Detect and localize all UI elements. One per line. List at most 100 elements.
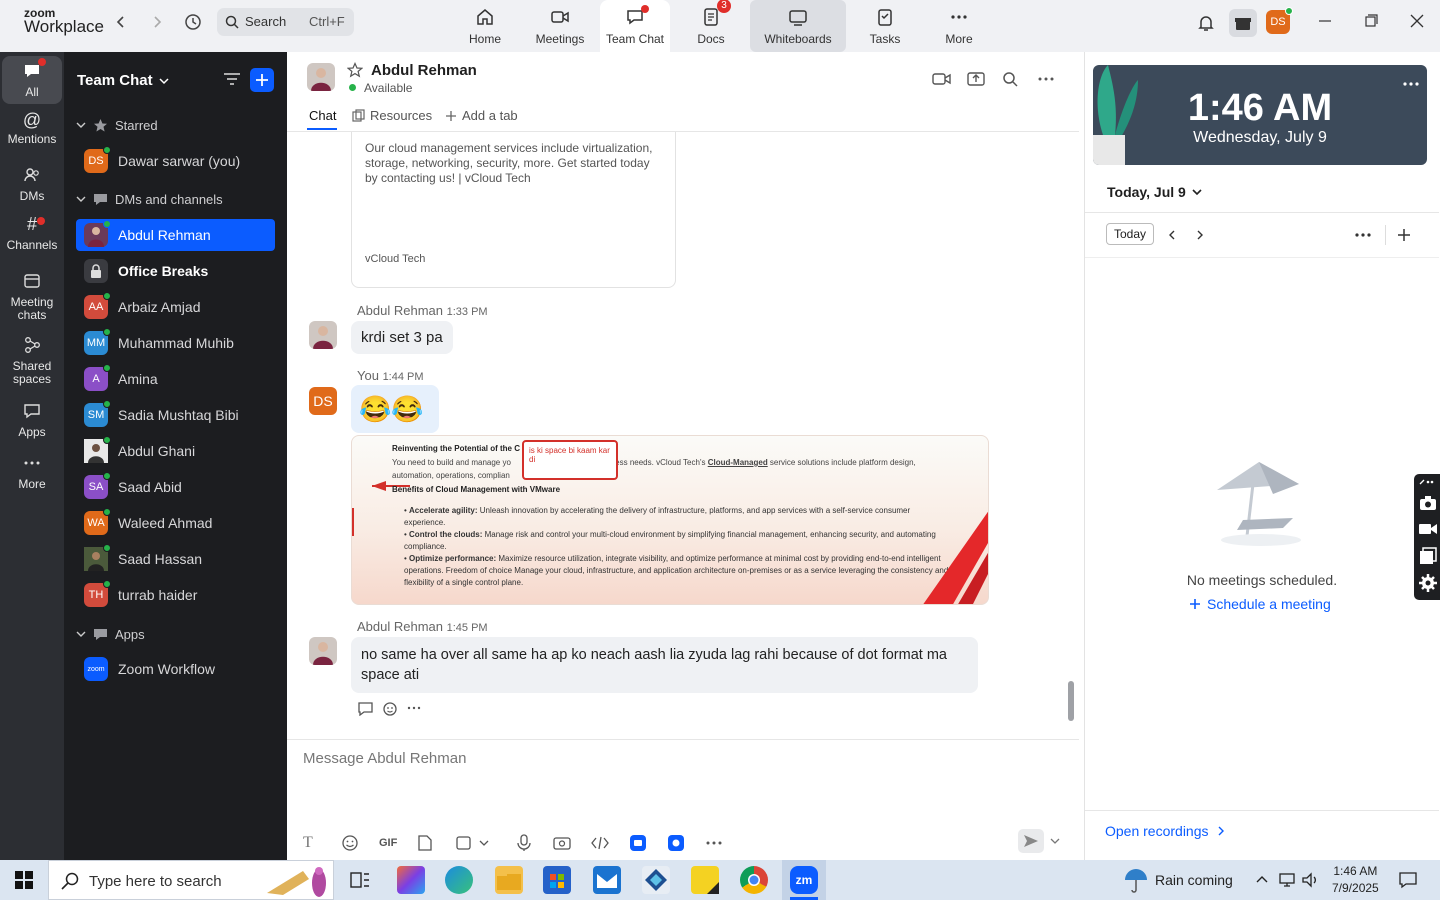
- app-integration-icon[interactable]: [667, 834, 685, 852]
- add-event-icon[interactable]: [1397, 228, 1411, 242]
- link-preview-card[interactable]: Our cloud management services include vi…: [351, 132, 676, 288]
- screenshot-icon[interactable]: [455, 834, 473, 852]
- chrome-browser-icon[interactable]: [740, 866, 768, 894]
- send-button[interactable]: [1018, 829, 1044, 853]
- rail-dms[interactable]: DMs: [2, 166, 62, 203]
- sidebar-item-zoom-workflow[interactable]: zoom Zoom Workflow: [76, 653, 275, 685]
- bell-icon[interactable]: [1196, 13, 1216, 33]
- format-text-icon[interactable]: T: [303, 834, 341, 852]
- sidebar-item-saad-abid[interactable]: SA Saad Abid: [76, 471, 275, 503]
- nav-home[interactable]: Home: [462, 0, 508, 52]
- nav-tasks[interactable]: Tasks: [862, 0, 908, 52]
- weather-text[interactable]: Rain coming: [1155, 872, 1233, 888]
- image-attachment[interactable]: Reinventing the Potential of the C You n…: [351, 435, 989, 605]
- search-input[interactable]: Search Ctrl+F: [217, 8, 354, 36]
- microphone-icon[interactable]: [517, 834, 531, 852]
- more-dots-icon[interactable]: [705, 839, 723, 847]
- rail-all[interactable]: All: [2, 56, 62, 104]
- tab-chat[interactable]: Chat: [309, 108, 336, 123]
- more-dots-icon[interactable]: [1418, 478, 1436, 486]
- rail-mentions[interactable]: @ Mentions: [2, 111, 62, 146]
- nav-docs[interactable]: 3 Docs: [686, 0, 736, 52]
- contact-name[interactable]: Abdul Rehman: [371, 62, 477, 79]
- weather-rain-icon[interactable]: [1122, 866, 1150, 894]
- volume-icon[interactable]: [1301, 871, 1319, 889]
- app-integration-icon[interactable]: [629, 834, 647, 852]
- share-screen-icon[interactable]: [967, 70, 985, 88]
- nav-team-chat[interactable]: Team Chat: [600, 0, 670, 52]
- emoji-icon[interactable]: [341, 834, 359, 852]
- sidebar-item-saad-hassan[interactable]: Saad Hassan: [76, 543, 275, 575]
- notification-center-icon[interactable]: [1398, 871, 1418, 889]
- task-view-icon[interactable]: [350, 872, 370, 888]
- more-dots-icon[interactable]: [1403, 81, 1419, 87]
- taskbar-clock[interactable]: 1:46 AM 7/9/2025: [1332, 863, 1379, 897]
- maximize-icon[interactable]: [1364, 14, 1378, 28]
- more-options-icon[interactable]: [1037, 72, 1055, 86]
- sidebar-item-muhammad-muhib[interactable]: MM Muhammad Muhib: [76, 327, 275, 359]
- sidebar-item-abdul-rehman[interactable]: Abdul Rehman: [76, 219, 275, 251]
- rail-channels[interactable]: # Channels: [2, 215, 62, 252]
- rail-more[interactable]: More: [2, 454, 62, 491]
- message-bubble[interactable]: no same ha over all same ha ap ko neach …: [351, 637, 978, 693]
- nav-whiteboards[interactable]: Whiteboards: [750, 0, 846, 52]
- chevron-down-icon[interactable]: [479, 838, 489, 848]
- file-icon[interactable]: [417, 834, 433, 852]
- back-arrow-icon[interactable]: [114, 14, 128, 30]
- date-dropdown[interactable]: Today, Jul 9: [1107, 184, 1202, 200]
- taskbar-zoom-active[interactable]: zm: [782, 860, 826, 900]
- nav-more[interactable]: More: [936, 0, 982, 52]
- microsoft-store-icon[interactable]: [543, 866, 571, 894]
- nav-meetings[interactable]: Meetings: [532, 0, 588, 52]
- emoji-reaction-icon[interactable]: [382, 700, 399, 717]
- file-explorer-icon[interactable]: [495, 866, 523, 894]
- more-dots-icon[interactable]: [407, 704, 421, 712]
- today-button[interactable]: Today: [1106, 223, 1155, 245]
- sidebar-item-sadia-mushtaq-bibi[interactable]: SM Sadia Mushtaq Bibi: [76, 399, 275, 431]
- more-dots-icon[interactable]: [1355, 232, 1371, 238]
- new-chat-button[interactable]: [250, 68, 274, 92]
- prev-day-icon[interactable]: [1167, 229, 1177, 241]
- video-call-icon[interactable]: [932, 71, 952, 87]
- reply-icon[interactable]: [357, 701, 374, 716]
- sidebar-item-waleed-ahmad[interactable]: WA Waleed Ahmad: [76, 507, 275, 539]
- network-icon[interactable]: [1278, 872, 1296, 888]
- app-icon[interactable]: [642, 866, 670, 894]
- close-icon[interactable]: [1410, 14, 1424, 28]
- sticky-notes-icon[interactable]: [691, 866, 719, 894]
- video-record-icon[interactable]: [1418, 522, 1438, 536]
- message-input[interactable]: Message Abdul Rehman: [303, 750, 466, 767]
- profile-avatar[interactable]: DS: [1266, 7, 1293, 34]
- search-icon[interactable]: [1002, 71, 1018, 87]
- camera-icon[interactable]: [1419, 495, 1437, 511]
- rail-apps[interactable]: Apps: [2, 402, 62, 439]
- sidebar-item-abdul-ghani[interactable]: Abdul Ghani: [76, 435, 275, 467]
- tray-chevron-up-icon[interactable]: [1256, 874, 1268, 884]
- code-snippet-icon[interactable]: [591, 836, 609, 850]
- taskbar-search[interactable]: Type here to search: [48, 860, 334, 900]
- edge-browser-icon[interactable]: [445, 866, 473, 894]
- section-starred[interactable]: Starred: [76, 114, 158, 136]
- settings-gear-icon[interactable]: [1419, 574, 1437, 592]
- star-outline-icon[interactable]: [347, 62, 363, 78]
- window-capture-icon[interactable]: [1419, 547, 1437, 565]
- rail-shared-spaces[interactable]: Shared spaces: [2, 336, 62, 386]
- copilot-icon[interactable]: [397, 866, 425, 894]
- windows-start-icon[interactable]: [15, 871, 33, 889]
- video-message-icon[interactable]: [553, 835, 571, 851]
- team-chat-dropdown[interactable]: Team Chat: [77, 72, 169, 89]
- schedule-meeting-link[interactable]: Schedule a meeting: [1189, 596, 1331, 612]
- chat-scrollbar[interactable]: [1068, 681, 1074, 721]
- minimize-icon[interactable]: [1318, 14, 1332, 28]
- emoji-message[interactable]: 😂😂: [351, 385, 439, 433]
- tab-resources[interactable]: Resources: [352, 108, 432, 123]
- mail-icon[interactable]: [593, 866, 621, 894]
- gift-icon[interactable]: [1229, 9, 1257, 37]
- sidebar-item-turrab-haider[interactable]: TH turrab haider: [76, 579, 275, 611]
- section-apps[interactable]: Apps: [76, 623, 145, 645]
- open-recordings-link[interactable]: Open recordings: [1105, 823, 1225, 839]
- sidebar-item-self[interactable]: DS Dawar sarwar (you): [76, 145, 275, 177]
- sidebar-item-office-breaks[interactable]: Office Breaks: [76, 255, 275, 287]
- send-options-chevron-icon[interactable]: [1050, 836, 1060, 846]
- add-tab-button[interactable]: Add a tab: [445, 108, 518, 123]
